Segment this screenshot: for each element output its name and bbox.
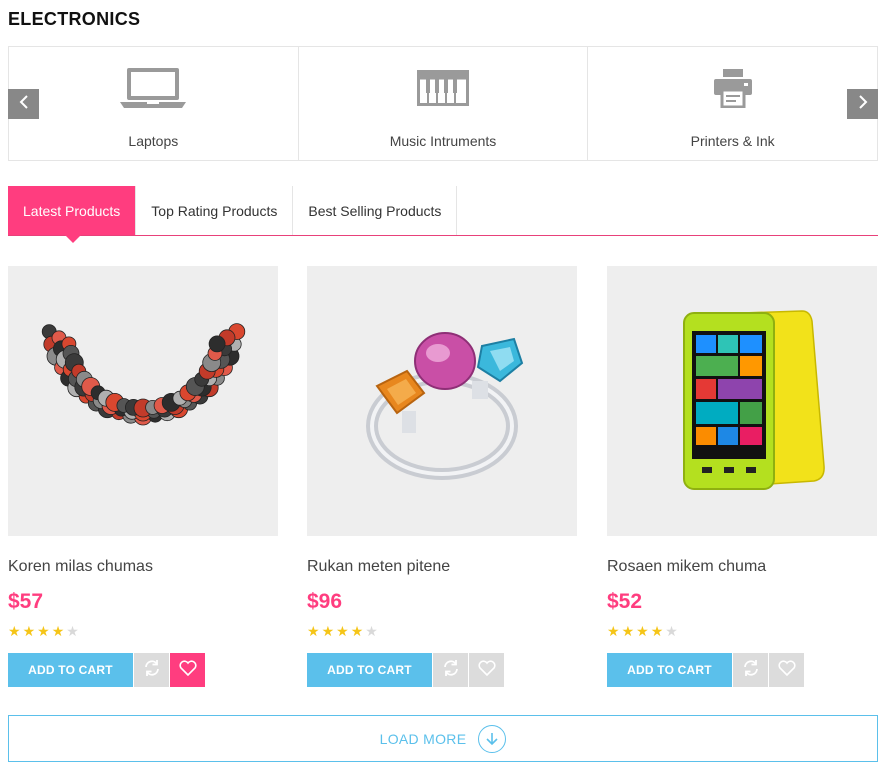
heart-icon <box>178 659 197 681</box>
wishlist-button[interactable] <box>469 653 504 687</box>
category-carousel: Laptops Music Intruments Printers & Ink <box>8 46 878 161</box>
piano-keyboard-icon <box>417 65 469 111</box>
star-filled-icon: ★ <box>8 623 21 639</box>
star-filled-icon: ★ <box>321 623 335 639</box>
product-card: Koren milas chumas $57 ★ ★ ★ ★ ★ ADD TO CART <box>8 266 278 687</box>
printer-icon <box>713 65 753 111</box>
star-filled-icon: ★ <box>22 623 36 639</box>
star-rating: ★ ★ ★ ★ ★ <box>607 624 877 638</box>
star-filled-icon: ★ <box>621 623 635 639</box>
section-title: ELECTRONICS <box>8 9 141 29</box>
star-filled-icon: ★ <box>37 623 50 639</box>
product-price: $57 <box>8 590 44 613</box>
category-laptops[interactable]: Laptops <box>9 47 299 160</box>
product-image-necklace[interactable] <box>8 266 278 536</box>
star-empty-icon: ★ <box>365 623 378 639</box>
arrow-down-icon <box>478 724 507 753</box>
add-to-cart-button[interactable]: ADD TO CART <box>607 653 732 687</box>
chevron-right-icon <box>858 94 868 114</box>
product-image-phone[interactable] <box>607 266 877 536</box>
product-price: $96 <box>307 590 343 613</box>
category-music-instruments[interactable]: Music Intruments <box>299 47 589 160</box>
category-label: Printers & Ink <box>690 133 775 149</box>
product-actions: ADD TO CART <box>8 653 278 687</box>
refresh-icon <box>742 659 760 682</box>
product-actions: ADD TO CART <box>607 653 877 687</box>
product-price: $52 <box>607 590 643 613</box>
refresh-icon <box>442 659 460 682</box>
star-filled-icon: ★ <box>650 623 664 639</box>
product-card: Rukan meten pitene $96 ★ ★ ★ ★ ★ ADD TO CART <box>307 266 577 687</box>
star-rating: ★ ★ ★ ★ ★ <box>8 624 278 638</box>
category-label: Music Intruments <box>389 133 497 149</box>
tab-best-selling-products[interactable]: Best Selling Products <box>293 186 458 235</box>
compare-button[interactable] <box>433 653 468 687</box>
star-filled-icon: ★ <box>51 623 65 639</box>
category-label: Laptops <box>128 133 179 149</box>
product-image-ring[interactable] <box>307 266 577 536</box>
star-filled-icon: ★ <box>336 623 349 639</box>
add-to-cart-button[interactable]: ADD TO CART <box>307 653 432 687</box>
tab-top-rating-products[interactable]: Top Rating Products <box>136 186 294 235</box>
add-to-cart-button[interactable]: ADD TO CART <box>8 653 133 687</box>
product-card: Rosaen mikem chuma $52 ★ ★ ★ ★ ★ ADD TO CART <box>607 266 877 687</box>
carousel-prev-button[interactable] <box>8 89 39 119</box>
load-more-button[interactable]: LOAD MORE <box>8 715 878 762</box>
product-name[interactable]: Koren milas chumas <box>8 558 278 576</box>
chevron-left-icon <box>19 94 29 114</box>
product-actions: ADD TO CART <box>307 653 577 687</box>
star-rating: ★ ★ ★ ★ ★ <box>307 624 577 638</box>
product-tabs: Latest Products Top Rating Products Best… <box>8 186 878 243</box>
refresh-icon <box>143 659 161 682</box>
category-printers-ink[interactable]: Printers & Ink <box>588 47 877 160</box>
product-name[interactable]: Rosaen mikem chuma <box>607 558 877 576</box>
heart-icon <box>477 659 496 681</box>
product-name[interactable]: Rukan meten pitene <box>307 558 577 576</box>
wishlist-button[interactable] <box>769 653 804 687</box>
star-empty-icon: ★ <box>665 623 678 639</box>
carousel-next-button[interactable] <box>847 89 878 119</box>
compare-button[interactable] <box>733 653 768 687</box>
compare-button[interactable] <box>134 653 169 687</box>
star-filled-icon: ★ <box>350 623 364 639</box>
laptop-icon <box>120 65 187 111</box>
load-more-label: LOAD MORE <box>379 730 467 747</box>
tab-latest-products[interactable]: Latest Products <box>8 186 137 243</box>
wishlist-button[interactable] <box>170 653 205 687</box>
star-empty-icon: ★ <box>66 623 79 639</box>
star-filled-icon: ★ <box>607 623 620 639</box>
star-filled-icon: ★ <box>307 623 320 639</box>
heart-icon <box>777 659 796 681</box>
star-filled-icon: ★ <box>636 623 649 639</box>
